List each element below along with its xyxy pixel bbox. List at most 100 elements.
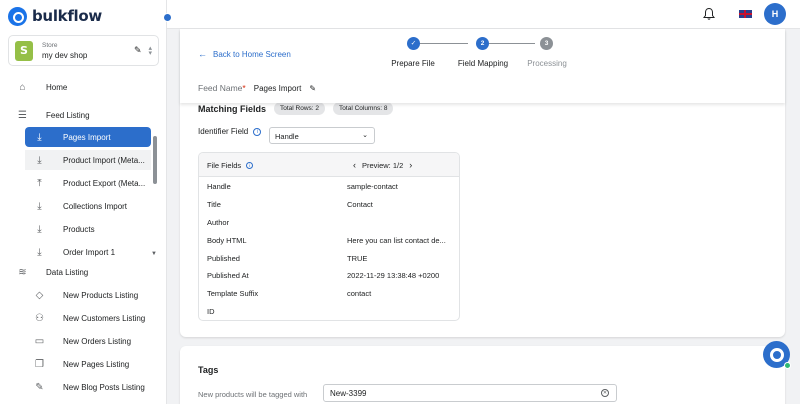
sidebar-item-order-import[interactable]: ⤓ Order Import 1 bbox=[0, 242, 160, 262]
logo-text: bulkflow bbox=[32, 7, 102, 25]
pencil-icon[interactable]: ✎ bbox=[134, 45, 142, 56]
chevron-down-icon: ⌄ bbox=[362, 132, 368, 139]
select-arrows-icon[interactable]: ▴ ▾ bbox=[148, 45, 152, 57]
step-3-label: Processing bbox=[527, 59, 567, 68]
field-value: TRUE bbox=[347, 253, 368, 263]
sidebar-item-collections-import[interactable]: ⤓ Collections Import bbox=[0, 196, 160, 216]
field-name: Body HTML bbox=[207, 235, 247, 245]
tags-label: New products will be tagged with bbox=[198, 390, 308, 399]
field-value: 2022-11-29 13:38:48 +0200 bbox=[347, 271, 440, 281]
step-1-label: Prepare File bbox=[391, 59, 435, 68]
identifier-select[interactable]: Handle ⌄ bbox=[269, 127, 375, 144]
chevron-left-icon[interactable]: ‹ bbox=[353, 160, 356, 170]
table-header: File Fields i ‹ Preview: 1/2 › bbox=[199, 153, 459, 177]
store-name: my dev shop bbox=[42, 50, 88, 60]
uk-flag-icon[interactable] bbox=[739, 10, 752, 18]
step-3-indicator[interactable]: 3 bbox=[540, 37, 553, 50]
download-icon: ⤓ bbox=[37, 200, 42, 212]
arrow-left-icon: ← bbox=[198, 49, 207, 59]
table-row: ID bbox=[199, 302, 459, 320]
add-user-icon: ⚇ bbox=[35, 312, 44, 324]
table-row: Body HTML Here you can list contact de... bbox=[199, 231, 459, 249]
field-name: Template Suffix bbox=[207, 289, 259, 299]
upload-icon: ⤒ bbox=[37, 177, 42, 189]
section-title: Tags bbox=[198, 365, 219, 375]
info-icon[interactable]: i bbox=[253, 127, 262, 136]
sidebar-item-pages-import[interactable]: ⤓ Pages Import bbox=[25, 127, 151, 147]
online-status-indicator bbox=[784, 362, 791, 369]
chevron-right-icon[interactable]: › bbox=[409, 160, 412, 170]
edit-icon: ✎ bbox=[35, 381, 44, 393]
info-icon[interactable]: i bbox=[246, 162, 254, 169]
download-icon: ⤓ bbox=[37, 131, 42, 143]
back-to-home-link[interactable]: ← Back to Home Screen bbox=[198, 49, 291, 59]
step-1-check-icon[interactable]: ✓ bbox=[407, 37, 420, 50]
sidebar-item-label: New Blog Posts Listing bbox=[63, 382, 145, 392]
field-name: Author bbox=[207, 217, 230, 227]
avatar[interactable]: H bbox=[764, 3, 786, 25]
sidebar-item-label: New Products Listing bbox=[63, 290, 139, 300]
tags-input[interactable]: New-3399 ✕ bbox=[323, 384, 617, 402]
field-value: contact bbox=[347, 289, 372, 299]
store-label: Store bbox=[42, 41, 58, 49]
feed-name-value: Pages Import bbox=[253, 83, 302, 93]
database-icon: ≋ bbox=[18, 266, 27, 278]
scroll-down-icon[interactable]: ▼ bbox=[151, 251, 157, 257]
clear-icon[interactable]: ✕ bbox=[601, 389, 609, 397]
sidebar-item-label: Product Import (Meta... bbox=[63, 155, 145, 165]
field-name: ID bbox=[207, 307, 215, 317]
identifier-select-value: Handle bbox=[275, 132, 299, 141]
sidebar-item-label: Pages Import bbox=[63, 132, 111, 142]
identifier-field: Identifier Field i bbox=[198, 127, 262, 136]
tag-icon: ◇ bbox=[35, 289, 44, 301]
table-row: Published At 2022-11-29 13:38:48 +0200 bbox=[199, 266, 459, 284]
feed-name: Feed Name * Pages Import ✎ bbox=[198, 83, 316, 93]
bell-icon[interactable] bbox=[702, 7, 716, 21]
tags-card: Tags New products will be tagged with Ne… bbox=[180, 346, 785, 404]
sidebar-item-home[interactable]: ⌂ Home bbox=[0, 77, 160, 97]
sidebar-collapse-toggle[interactable] bbox=[163, 13, 172, 22]
sidebar-scrollbar[interactable] bbox=[153, 136, 157, 184]
download-icon: ⤓ bbox=[37, 154, 42, 166]
preview-pager: Preview: 1/2 bbox=[362, 160, 404, 170]
field-name: Published At bbox=[207, 271, 249, 281]
identifier-label: Identifier Field bbox=[198, 127, 249, 136]
pencil-icon[interactable]: ✎ bbox=[309, 84, 316, 93]
bulkflow-logo-icon bbox=[8, 6, 27, 26]
store-selector[interactable]: Store my dev shop ✎ ▴▾ bbox=[8, 35, 159, 66]
sidebar-item-label: Data Listing bbox=[46, 267, 89, 277]
field-name: Title bbox=[207, 199, 221, 209]
sidebar-section-feed-listing[interactable]: ☰ Feed Listing bbox=[0, 105, 160, 125]
back-link-label: Back to Home Screen bbox=[213, 49, 291, 59]
total-rows-badge: Total Rows: 2 bbox=[274, 102, 326, 115]
table-row: Published TRUE bbox=[199, 249, 459, 267]
sidebar-item-product-export[interactable]: ⤒ Product Export (Meta... bbox=[0, 173, 160, 193]
sidebar-section-data-listing[interactable]: ≋ Data Listing bbox=[0, 262, 160, 282]
sidebar-item-label: Products bbox=[63, 224, 95, 234]
download-icon: ⤓ bbox=[37, 223, 42, 235]
sidebar-item-new-customers-listing[interactable]: ⚇ New Customers Listing bbox=[0, 308, 160, 328]
step-2-indicator[interactable]: 2 bbox=[476, 37, 489, 50]
sidebar-item-label: Product Export (Meta... bbox=[63, 178, 146, 188]
sidebar-item-label: Order Import 1 bbox=[63, 247, 116, 257]
sidebar-item-label: New Customers Listing bbox=[63, 313, 146, 323]
required-marker: * bbox=[242, 83, 246, 93]
tags-input-value: New-3399 bbox=[330, 389, 367, 398]
sidebar-item-label: New Orders Listing bbox=[63, 336, 132, 346]
matching-fields-header: Matching Fields Total Rows: 2 Total Colu… bbox=[198, 102, 394, 115]
step-connector bbox=[481, 43, 535, 44]
sidebar-item-new-pages-listing[interactable]: ❐ New Pages Listing bbox=[0, 354, 160, 374]
field-mapping-table: File Fields i ‹ Preview: 1/2 › Handle sam… bbox=[198, 152, 460, 321]
sidebar-item-new-orders-listing[interactable]: ▭ New Orders Listing bbox=[0, 331, 160, 351]
pages-icon: ❐ bbox=[35, 358, 44, 370]
total-columns-badge: Total Columns: 8 bbox=[333, 102, 394, 115]
sidebar-item-products[interactable]: ⤓ Products bbox=[0, 219, 160, 239]
sidebar-item-new-blog-posts-listing[interactable]: ✎ New Blog Posts Listing bbox=[0, 377, 160, 397]
step-connector bbox=[413, 43, 468, 44]
table-row: Handle sample-contact bbox=[199, 177, 459, 195]
sidebar-item-product-import[interactable]: ⤓ Product Import (Meta... bbox=[25, 150, 151, 170]
section-title: Matching Fields bbox=[198, 103, 267, 114]
app-logo[interactable]: bulkflow bbox=[8, 6, 102, 26]
page-header: ← Back to Home Screen ✓ 2 3 Prepare File… bbox=[180, 29, 785, 103]
sidebar-item-new-products-listing[interactable]: ◇ New Products Listing bbox=[0, 285, 160, 305]
